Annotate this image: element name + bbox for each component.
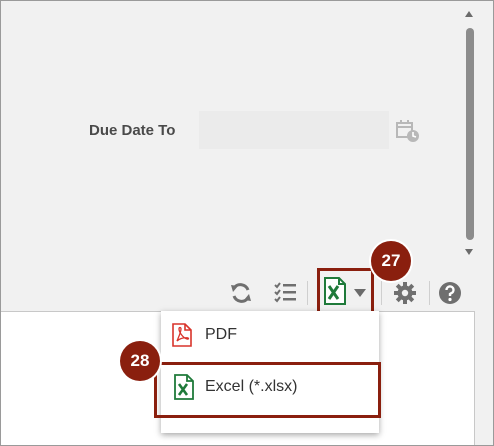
chevron-down-icon[interactable] bbox=[354, 289, 366, 297]
pdf-icon bbox=[171, 323, 193, 347]
step-callout-27: 27 bbox=[371, 241, 411, 281]
scroll-down-arrow[interactable] bbox=[465, 249, 473, 255]
menu-item-pdf[interactable]: PDF bbox=[161, 315, 379, 355]
refresh-icon[interactable] bbox=[229, 282, 253, 304]
excel-option-highlight bbox=[154, 362, 381, 418]
toolbar-divider bbox=[381, 281, 382, 305]
help-icon[interactable] bbox=[438, 281, 462, 305]
gear-icon[interactable] bbox=[393, 281, 417, 305]
list-icon[interactable] bbox=[274, 281, 298, 303]
due-date-to-input[interactable] bbox=[199, 111, 389, 149]
calendar-icon[interactable] bbox=[395, 118, 421, 144]
scroll-up-arrow[interactable] bbox=[465, 11, 473, 17]
excel-export-icon bbox=[323, 277, 347, 305]
toolbar-divider bbox=[307, 281, 308, 305]
toolbar-divider bbox=[429, 281, 430, 305]
screenshot-frame: Due Date To PDF Excel (*.xlsx) 27 28 bbox=[0, 0, 494, 446]
menu-item-pdf-label: PDF bbox=[205, 326, 237, 343]
step-callout-28: 28 bbox=[120, 341, 160, 381]
vertical-scrollbar-thumb[interactable] bbox=[466, 28, 474, 240]
due-date-to-label: Due Date To bbox=[89, 122, 176, 139]
